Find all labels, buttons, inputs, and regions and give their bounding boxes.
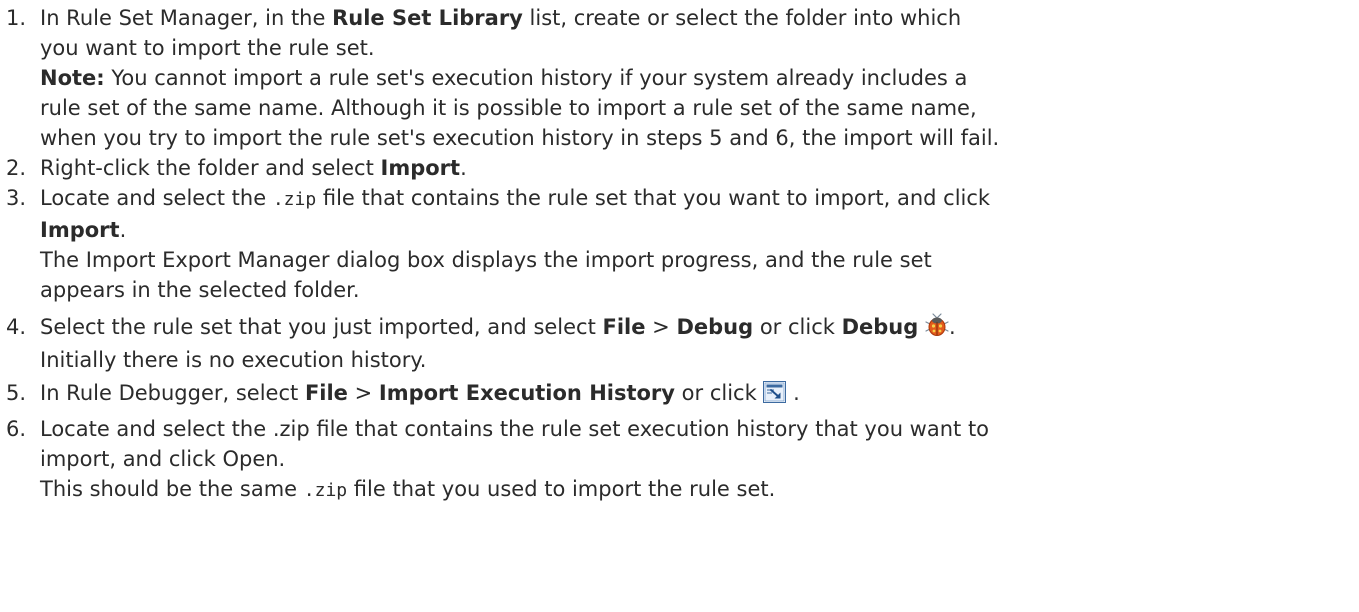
file-menu-term: File [304,381,348,405]
step-4: 4. Select the rule set that you just imp… [0,312,1359,375]
step-1-line-1: In Rule Set Manager, in the Rule Set Lib… [40,6,962,30]
step-number: 2. [6,156,27,180]
debug-menu-term: Debug [676,315,754,339]
step-3: 3. Locate and select the .zip file that … [0,183,1359,305]
ladybug-debug-icon [925,313,949,345]
debug-button-term: Debug [841,315,919,339]
import-term: Import [40,218,120,242]
note-line-2: rule set of the same name. Although it i… [40,96,977,120]
step-6: 6. Locate and select the .zip file that … [0,414,1359,506]
procedure-steps: 1. In Rule Set Manager, in the Rule Set … [0,3,1359,506]
step-number: 3. [6,186,27,210]
step-3-result-1: The Import Export Manager dialog box dis… [40,248,932,272]
zip-extension-code: .zip [272,189,317,210]
note-line-3: when you try to import the rule set's ex… [40,126,1000,150]
zip-extension-code: .zip [303,480,348,501]
import-execution-history-icon [763,381,787,411]
step-4-result-1: Initially there is no execution history. [40,348,427,372]
note-line-1: Note: You cannot import a rule set's exe… [40,66,968,90]
step-1-line-2: you want to import the rule set. [40,36,375,60]
rule-set-library-term: Rule Set Library [332,6,523,30]
import-execution-history-term: Import Execution History [378,381,675,405]
step-3-line-2: Import. [40,218,127,242]
import-term: Import [380,156,461,180]
step-2: 2. Right-click the folder and select Imp… [0,153,1359,183]
file-menu-term: File [602,315,646,339]
step-number: 6. [6,417,27,441]
step-6-line-2: import, and click Open. [40,447,286,471]
step-number: 5. [6,381,27,405]
step-3-result-2: appears in the selected folder. [40,278,360,302]
step-6-result-1: This should be the same .zip file that y… [40,477,776,501]
step-1: 1. In Rule Set Manager, in the Rule Set … [0,3,1359,153]
step-6-line-1: Locate and select the .zip file that con… [40,417,990,441]
step-number: 1. [6,6,27,30]
step-5-line-1: In Rule Debugger, select File > Import E… [40,378,1359,411]
step-4-line-1: Select the rule set that you just import… [40,312,1359,345]
note-label: Note: [40,66,105,90]
step-5: 5. In Rule Debugger, select File > Impor… [0,378,1359,411]
step-3-line-1: Locate and select the .zip file that con… [40,186,991,210]
step-2-line-1: Right-click the folder and select Import… [40,156,467,180]
step-number: 4. [6,315,27,339]
